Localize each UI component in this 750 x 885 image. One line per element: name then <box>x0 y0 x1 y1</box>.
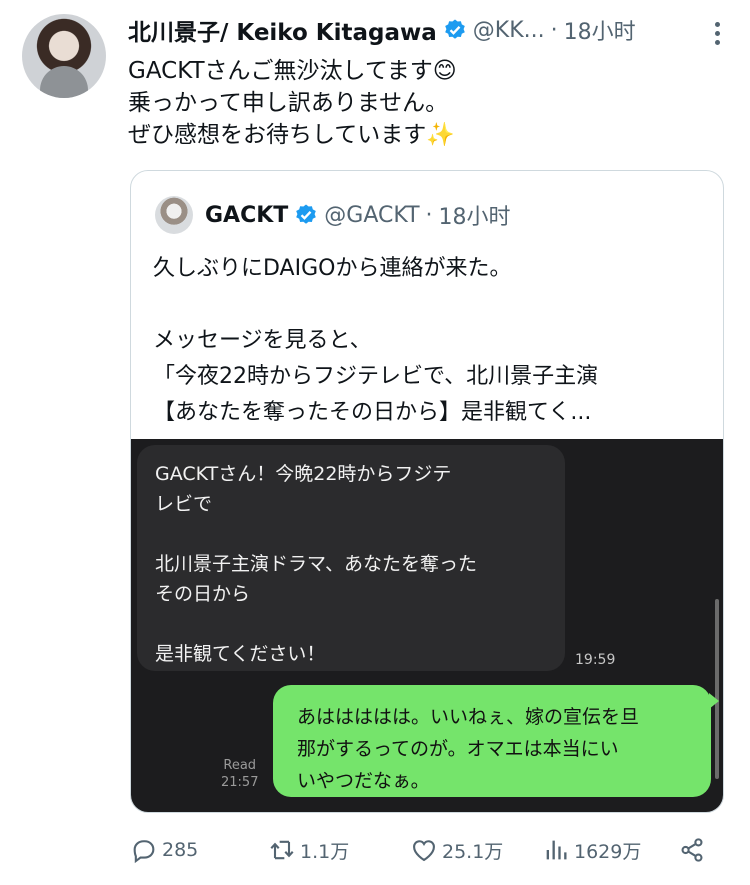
tweet-text-line: GACKTさんご無沙汰してます😊 <box>128 58 457 84</box>
quote-text-line: メッセージを見ると、 <box>153 328 372 353</box>
read-label: Read <box>223 758 257 773</box>
verified-badge-icon <box>296 204 317 224</box>
message-line: GACKTさん！今晩22時からフジテ <box>155 463 452 485</box>
message-line: その日から <box>155 583 251 605</box>
reply-icon <box>133 840 155 864</box>
tweet-time[interactable]: 18小时 <box>564 14 636 46</box>
message-line: いやつだなぁ。 <box>297 770 430 792</box>
tweet-text-line: ぜひ感想をお待ちしています✨ <box>128 122 455 148</box>
quote-time[interactable]: 18小时 <box>439 199 511 231</box>
retweet-button[interactable]: 1.1万 <box>268 836 349 864</box>
chat-screenshot-image[interactable]: GACKTさん！今晩22時からフジテ レビで 北川景子主演ドラマ、あなたを奪った… <box>131 439 723 812</box>
outgoing-message-bubble: あははははは。いいねぇ、嫁の宣伝を旦 那がするってのが。オマエは本当にい いやつ… <box>273 685 719 797</box>
share-icon <box>681 838 703 862</box>
retweet-count: 1.1万 <box>300 840 350 863</box>
quote-author-name[interactable]: GACKT <box>205 203 288 228</box>
heart-icon <box>413 840 435 862</box>
like-button[interactable]: 25.1万 <box>410 836 503 864</box>
share-button[interactable] <box>678 836 710 864</box>
quote-text-line <box>153 287 598 323</box>
quote-text-line: 「今夜22時からフジテレビで、北川景子主演 <box>153 364 599 389</box>
incoming-message-time: 19:59 <box>575 652 616 668</box>
chat-scrollbar <box>715 599 719 779</box>
incoming-message-bubble: GACKTさん！今晩22時からフジテ レビで 北川景子主演ドラマ、あなたを奪った… <box>137 445 565 671</box>
verified-badge-icon <box>444 19 465 39</box>
message-line: 是非観てください！ <box>155 643 326 665</box>
quoted-tweet[interactable]: GACKT @GACKT · 18小时 久しぶりにDAIGOから連絡が来た。 メ… <box>130 170 724 813</box>
reply-button[interactable]: 285 <box>130 836 198 864</box>
more-options-icon[interactable] <box>715 22 720 45</box>
message-line <box>155 519 547 549</box>
tweet-text: GACKTさんご無沙汰してます😊 乗っかって申し訳ありません。 ぜひ感想をお待ち… <box>128 55 457 151</box>
message-line <box>155 609 547 639</box>
tweet-header: 北川景子/ Keiko Kitagawa @KK... · 18小时 <box>128 12 636 48</box>
time-separator: · <box>425 202 433 228</box>
message-line: 北川景子主演ドラマ、あなたを奪った <box>155 553 478 575</box>
message-line: レビで <box>155 493 213 515</box>
tweet-text-line: 乗っかって申し訳ありません。 <box>128 90 449 116</box>
quote-header: GACKT @GACKT · 18小时 <box>155 195 511 235</box>
read-receipt: Read 21:57 <box>221 757 258 791</box>
quote-author-handle[interactable]: @GACKT <box>324 203 419 228</box>
quote-author-avatar[interactable] <box>155 196 193 234</box>
tweet-actions-bar: 285 1.1万 25.1万 1629万 <box>130 830 720 870</box>
message-line: あははははは。いいねぇ、嫁の宣伝を旦 <box>297 706 640 728</box>
read-time: 21:57 <box>221 775 259 790</box>
views-button[interactable]: 1629万 <box>542 836 641 864</box>
quote-text-line: 久しぶりにDAIGOから連絡が来た。 <box>153 256 512 281</box>
like-count: 25.1万 <box>442 840 504 863</box>
author-handle[interactable]: @KK... <box>473 18 545 43</box>
author-avatar[interactable] <box>22 14 106 98</box>
message-line: 那がするってのが。オマエは本当にい <box>297 738 619 760</box>
quote-text: 久しぶりにDAIGOから連絡が来た。 メッセージを見ると、 「今夜22時からフジ… <box>153 251 598 431</box>
quote-text-line: 【あなたを奪ったその日から】是非観てく... <box>153 400 592 425</box>
retweet-icon <box>270 840 294 860</box>
views-count: 1629万 <box>574 840 642 863</box>
views-bar-chart-icon <box>546 840 567 860</box>
reply-count: 285 <box>162 839 199 861</box>
author-name[interactable]: 北川景子/ Keiko Kitagawa <box>128 13 437 47</box>
time-separator: · <box>550 17 558 43</box>
